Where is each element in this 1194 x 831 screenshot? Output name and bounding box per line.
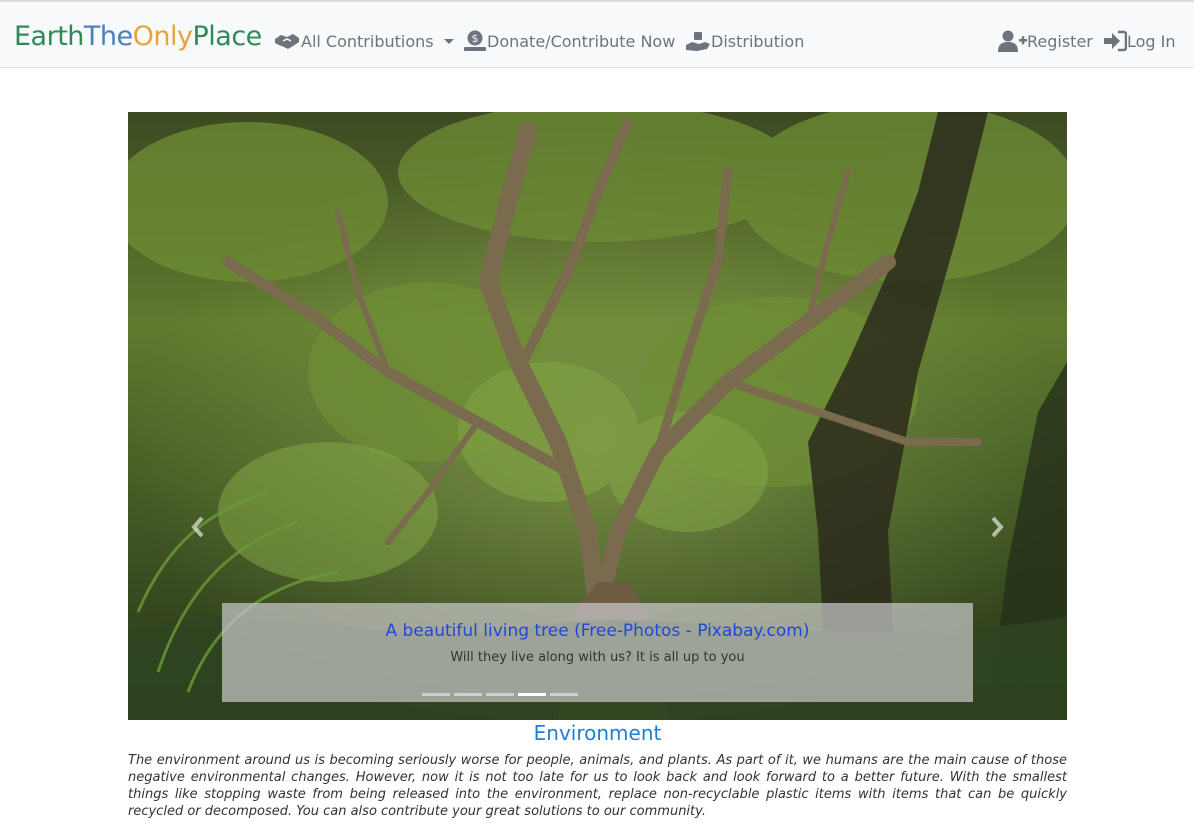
carousel-indicator-5[interactable]: [550, 693, 578, 696]
brand-part-place: Place: [192, 21, 262, 52]
brand-part-the: The: [83, 21, 133, 52]
handshake-icon: [275, 34, 299, 49]
brand-logo[interactable]: EarthTheOnlyPlace: [14, 20, 262, 54]
section-title: Environment: [533, 721, 662, 745]
nav-login-link[interactable]: Log In: [1103, 26, 1176, 56]
sign-in-icon: [1104, 30, 1127, 52]
nav-distribution-label: Distribution: [711, 31, 805, 51]
nav-all-contributions-dropdown[interactable]: All Contributions: [273, 26, 454, 56]
nav-donate-link[interactable]: $ Donate/Contribute Now: [463, 26, 675, 56]
user-plus-icon: [998, 30, 1027, 52]
brand-part-only: Only: [132, 21, 193, 52]
nav-donate-label: Donate/Contribute Now: [487, 31, 676, 51]
nav-all-contributions-label: All Contributions: [301, 31, 434, 51]
brand-part-earth: Earth: [14, 21, 84, 52]
section-body: The environment around us is becoming se…: [128, 753, 1067, 819]
nav-register-label: Register: [1027, 31, 1093, 51]
chevron-down-icon: [443, 38, 454, 44]
donate-hand-icon: $: [464, 30, 486, 51]
top-navbar: EarthTheOnlyPlace All Contributions $ Do…: [0, 0, 1194, 68]
carousel-next-button[interactable]: [987, 512, 1007, 542]
carousel-caption: A beautiful living tree (Free-Photos - P…: [222, 603, 973, 702]
carousel-indicator-4[interactable]: [518, 693, 546, 696]
carousel-prev-button[interactable]: [188, 512, 208, 542]
chevron-left-icon: [191, 516, 204, 538]
hand-holding-icon: [686, 32, 710, 51]
carousel-indicator-2[interactable]: [454, 693, 482, 696]
carousel-indicators: [422, 693, 578, 696]
caption-text: Will they live along with us? It is all …: [450, 650, 745, 665]
image-carousel: A beautiful living tree (Free-Photos - P…: [128, 112, 1067, 720]
nav-login-label: Log In: [1127, 31, 1176, 51]
chevron-right-icon: [991, 516, 1004, 538]
carousel-indicator-1[interactable]: [422, 693, 450, 696]
nav-register-link[interactable]: Register: [998, 26, 1093, 56]
caption-title: A beautiful living tree (Free-Photos - P…: [385, 621, 810, 641]
nav-distribution-link[interactable]: Distribution: [685, 26, 804, 56]
svg-text:$: $: [472, 32, 479, 45]
carousel-indicator-3[interactable]: [486, 693, 514, 696]
